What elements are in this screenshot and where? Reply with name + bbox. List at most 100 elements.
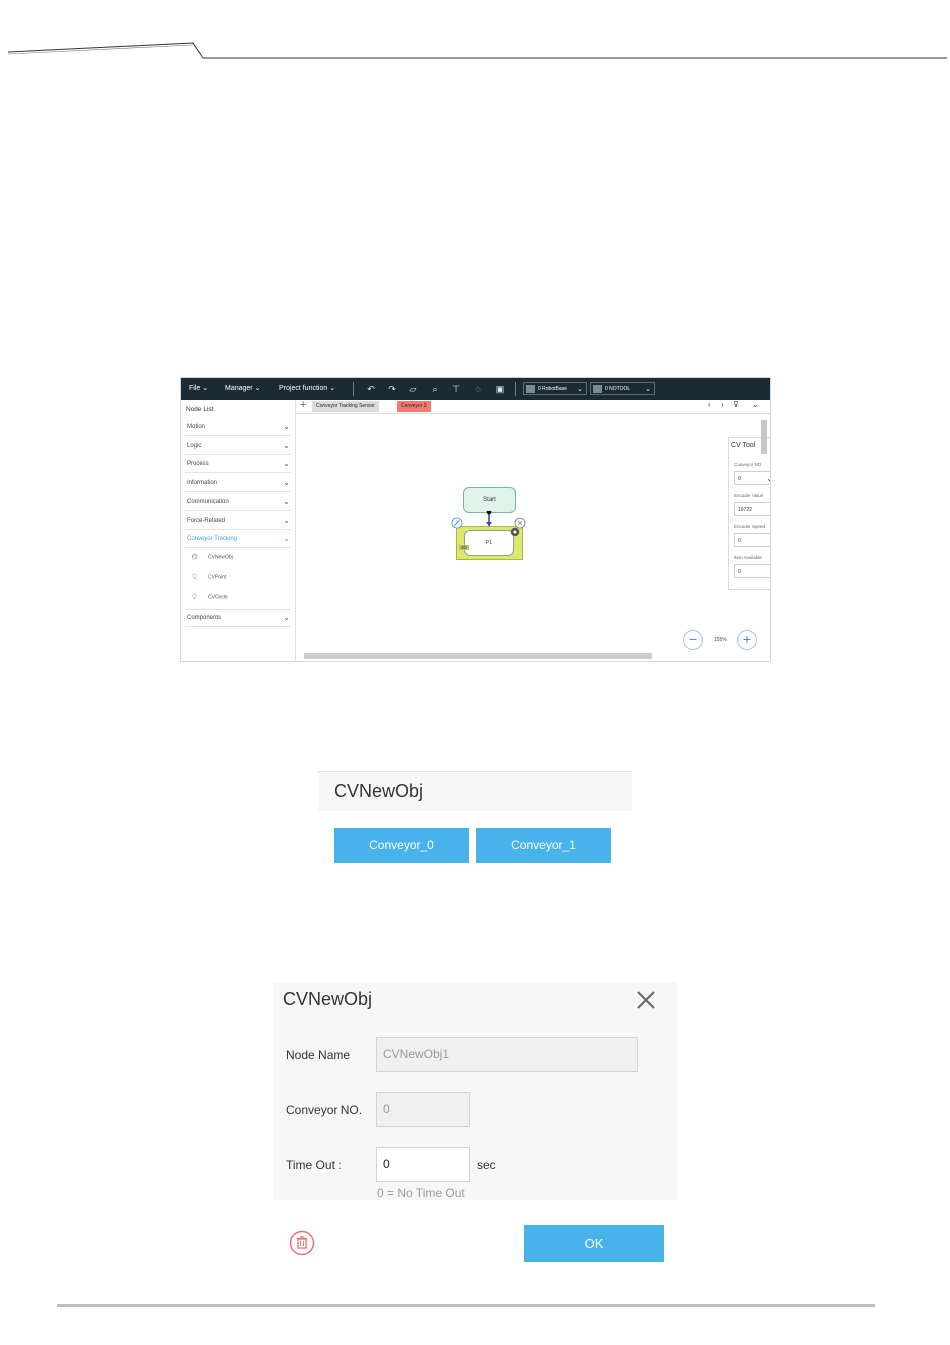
- add-tab-icon[interactable]: +: [300, 399, 306, 411]
- chevron-down-icon: ⌄: [645, 386, 651, 393]
- node-category-label: Information: [187, 480, 218, 486]
- conveyor-no-field: 0: [376, 1092, 470, 1127]
- node-category-logic[interactable]: Logic ⌄: [185, 438, 291, 455]
- chevron-down-icon: ⌄: [283, 516, 290, 525]
- ok-button[interactable]: OK: [524, 1225, 664, 1262]
- chevron-left-icon[interactable]: ‹: [708, 400, 711, 409]
- node-category-information[interactable]: Information ⌄: [185, 475, 291, 492]
- search-icon[interactable]: ⌕: [429, 383, 441, 395]
- node-category-conveyor-tracking[interactable]: Conveyor Tracking ⌄: [185, 531, 291, 548]
- chevron-right-icon[interactable]: ›: [721, 400, 724, 409]
- node-item-cvcircle[interactable]: ⍜ CVCircle: [189, 593, 227, 601]
- horizontal-scrollbar[interactable]: [304, 653, 652, 659]
- undo-icon[interactable]: ↶: [365, 383, 377, 395]
- node-category-communication[interactable]: Communication ⌄: [185, 494, 291, 511]
- filter-icon[interactable]: ⊽: [733, 400, 739, 409]
- top-toolbar: File ⌄ Manager ⌄ Project function ⌄ ↶ ↷ ▱ ⌕…: [181, 378, 770, 400]
- zoom-out-button[interactable]: −: [683, 630, 703, 650]
- cvnewobj-header-panel: CVNewObj: [318, 771, 632, 811]
- redo-icon[interactable]: ↷: [386, 383, 398, 395]
- node-list-title: Node List: [186, 406, 214, 413]
- cv-tool-panel: CV Tool Conveyor NO. 0⌄ Encoder Value 19…: [728, 437, 770, 590]
- menu-project-function[interactable]: Project function ⌄: [279, 378, 335, 400]
- chevron-down-icon: ⌄: [283, 441, 290, 450]
- conveyor-no-label: Conveyor NO.: [286, 1103, 363, 1117]
- node-category-label: Components: [187, 615, 222, 621]
- flow-canvas[interactable]: + Conveyor Tracking Sensor Conveyor 0 ‹ …: [296, 399, 770, 661]
- zoom-in-button[interactable]: +: [737, 630, 757, 650]
- tool-select[interactable]: 0 NOTOOL ⌄: [590, 382, 655, 395]
- cvnewobj-title: CVNewObj: [334, 781, 424, 801]
- zoom-level: 155%: [714, 637, 727, 643]
- cvnewobj-icon: ⌬: [191, 554, 198, 561]
- node-category-process[interactable]: Process ⌄: [185, 456, 291, 473]
- chevron-down-icon: ⌄: [283, 497, 290, 506]
- encoder-value-field: 19722: [734, 502, 770, 516]
- conveyor-0-button[interactable]: Conveyor_0: [334, 828, 469, 863]
- eraser-icon[interactable]: ▱: [407, 383, 419, 395]
- chevron-down-icon: ⌄: [283, 422, 290, 431]
- node-category-force-related[interactable]: Force-Related ⌄: [185, 513, 291, 530]
- toolbar-divider: [353, 382, 354, 396]
- node-category-motion[interactable]: Motion ⌄: [185, 419, 291, 436]
- chevron-down-icon: ⌄: [283, 534, 290, 543]
- conveyor-no-value: 0: [738, 476, 741, 482]
- chevron-down-icon: ⌄: [766, 472, 770, 486]
- timeout-unit: sec: [477, 1158, 496, 1172]
- node-item-cvpoint[interactable]: ⍜ CVPoint: [189, 573, 226, 581]
- footer-rule: [57, 1304, 875, 1307]
- robot-base-icon: [526, 385, 535, 393]
- cv-tool-title: CV Tool: [731, 442, 756, 449]
- node-name-field: CVNewObj1: [376, 1037, 638, 1072]
- node-item-cvnewobj[interactable]: ⌬ CVNewObj: [189, 553, 233, 561]
- node-name-label: Node Name: [286, 1048, 351, 1062]
- robot-base-value: 0 RobotBase: [538, 386, 567, 392]
- chevron-down-icon: ⌄: [254, 385, 261, 392]
- encoder-speed-field: 0: [734, 533, 770, 547]
- menu-manager[interactable]: Manager ⌄: [225, 378, 261, 400]
- timeout-input[interactable]: 0: [376, 1147, 470, 1182]
- menu-manager-label: Manager: [225, 385, 253, 392]
- robot-base-select[interactable]: 0 RobotBase ⌄: [523, 382, 587, 395]
- chevron-down-icon[interactable]: ⌄: [752, 400, 759, 409]
- node-badge: 3D: [459, 545, 469, 550]
- conveyor-1-button[interactable]: Conveyor_1: [476, 828, 611, 863]
- node-category-label: Motion: [187, 424, 206, 430]
- tab-conveyor-0[interactable]: Conveyor 0: [397, 401, 431, 412]
- node-category-label: Communication: [187, 499, 229, 505]
- cvpoint-icon: ⍜: [192, 573, 197, 580]
- menu-project-function-label: Project function: [279, 385, 328, 392]
- flow-node-label: P1: [464, 530, 514, 556]
- node-category-label: Force-Related: [187, 518, 226, 524]
- chevron-down-icon: ⌄: [577, 386, 583, 393]
- conveyor-no-label: Conveyor NO.: [734, 462, 763, 467]
- chevron-down-icon: ⌄: [202, 385, 209, 392]
- flow-start-node[interactable]: Start: [463, 487, 516, 513]
- cvnewobj-dialog: CVNewObj Node Name CVNewObj1 Conveyor NO…: [273, 982, 677, 1200]
- tab-conveyor-tracking-sensor[interactable]: Conveyor Tracking Sensor: [312, 401, 379, 412]
- toolbar-divider: [515, 382, 516, 396]
- menu-file[interactable]: File ⌄: [189, 378, 208, 400]
- settings-icon[interactable]: [510, 527, 520, 537]
- chat-icon[interactable]: ◌: [472, 383, 484, 395]
- timeout-label: Time Out :: [286, 1158, 342, 1172]
- chevron-down-icon: ⌄: [283, 459, 290, 468]
- conveyor-no-select[interactable]: 0⌄: [734, 471, 770, 486]
- node-tool-icon[interactable]: ⊤: [450, 383, 462, 395]
- node-category-components[interactable]: Components ⌄: [185, 609, 291, 627]
- close-icon[interactable]: [634, 988, 658, 1012]
- tool-value: 0 NOTOOL: [605, 386, 631, 392]
- delete-icon[interactable]: [289, 1230, 315, 1256]
- encoder-value-label: Encoder Value: [734, 493, 764, 498]
- node-category-label: Logic: [187, 443, 202, 449]
- tool-icon: [593, 385, 602, 393]
- item-available-field: 0: [734, 564, 770, 578]
- tab-bar: + Conveyor Tracking Sensor Conveyor 0 ‹ …: [296, 399, 770, 414]
- vertical-scrollbar[interactable]: [761, 420, 767, 454]
- node-item-label: CVNewObj: [208, 554, 233, 561]
- app-screenshot: File ⌄ Manager ⌄ Project function ⌄ ↶ ↷ ▱ ⌕…: [180, 377, 771, 662]
- node-category-label: Conveyor Tracking: [187, 536, 238, 542]
- monitor-icon[interactable]: ▣: [494, 383, 506, 395]
- encoder-speed-label: Encoder Speed: [734, 524, 766, 529]
- edit-icon[interactable]: [451, 517, 463, 529]
